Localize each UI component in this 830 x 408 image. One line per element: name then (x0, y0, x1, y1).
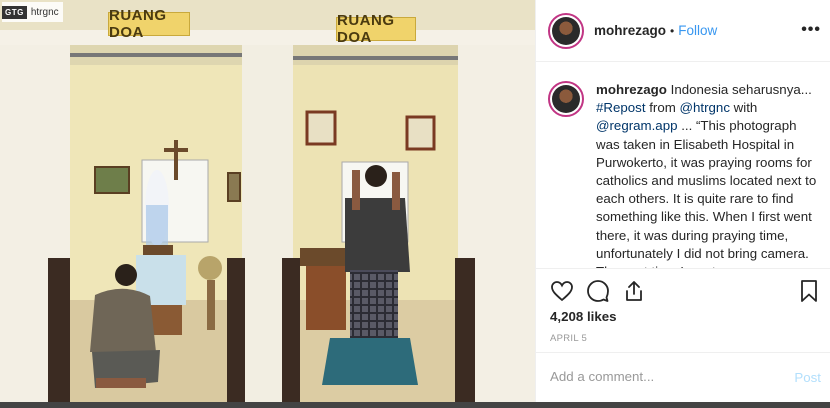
watermark-logo: GTG (2, 5, 27, 19)
watermark: GTG htrgnc (2, 2, 63, 22)
more-options-icon[interactable]: ••• (801, 21, 821, 39)
mention-link-htrgnc[interactable]: @htrgnc (680, 100, 730, 115)
mention-link-regram[interactable]: @regram.app (596, 118, 678, 133)
avatar[interactable] (548, 12, 584, 49)
sign-left-room: RUANG DOA (108, 7, 190, 41)
header-username[interactable]: mohrezago (594, 23, 666, 38)
hashtag-link[interactable]: #Repost (596, 100, 646, 115)
caption-text-4: ... “This photograph was taken in Elisab… (596, 118, 817, 268)
actions-section: 4,208 likes APRIL 5 (536, 268, 830, 352)
post-panel: mohrezago • Follow ••• mohrezago Indones… (535, 0, 830, 402)
separator: • (670, 23, 675, 38)
post-date[interactable]: APRIL 5 (550, 333, 587, 344)
bookmark-icon[interactable] (797, 279, 821, 303)
caption-username[interactable]: mohrezago (596, 82, 667, 97)
caption-text-2: from (645, 100, 680, 116)
follow-button[interactable]: Follow (678, 23, 717, 38)
caption-text-1: Indonesia seharusnya... (670, 82, 812, 97)
sign-right-room: RUANG DOA (336, 12, 416, 46)
likes-count[interactable]: 4,208 likes (550, 309, 617, 324)
prayer-rooms-image (0, 0, 535, 402)
comment-input[interactable] (550, 369, 770, 384)
comment-section: Post (536, 352, 830, 402)
share-icon[interactable] (622, 279, 646, 303)
heart-icon[interactable] (550, 279, 574, 303)
watermark-text: htrgnc (30, 6, 59, 18)
caption: mohrezago Indonesia seharusnya... #Repos… (536, 63, 830, 268)
post-header: mohrezago • Follow ••• (536, 0, 830, 62)
bottom-bar (0, 402, 830, 408)
post-comment-button[interactable]: Post (794, 370, 821, 385)
post-photo[interactable]: GTG htrgnc RUANG DOA RUANG DOA (0, 0, 535, 402)
caption-text-3: with (729, 100, 758, 116)
action-icons (550, 279, 646, 303)
caption-text: mohrezago Indonesia seharusnya... #Repos… (596, 81, 821, 268)
caption-avatar[interactable] (548, 81, 584, 117)
comment-icon[interactable] (586, 279, 610, 303)
